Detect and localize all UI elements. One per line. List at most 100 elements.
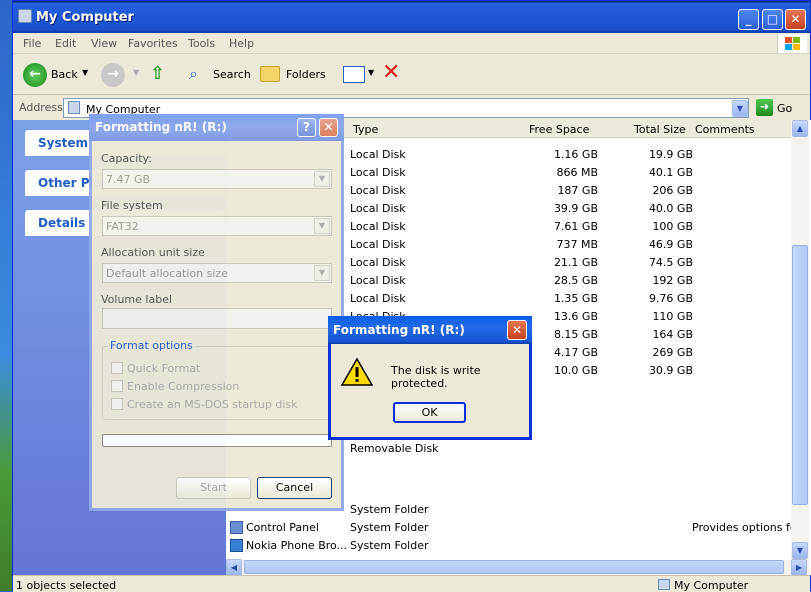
ok-button[interactable]: OK <box>393 402 466 423</box>
go-arrow-icon[interactable]: ➜ <box>756 99 773 116</box>
chevron-down-icon: ▼ <box>314 265 330 281</box>
menu-bar: File Edit View Favorites Tools Help <box>13 33 810 54</box>
msdos-startup-checkbox[interactable] <box>111 398 123 410</box>
item-type: Local Disk <box>350 220 406 233</box>
windows-logo-icon <box>777 34 807 53</box>
hscroll-thumb[interactable] <box>244 560 784 574</box>
volume-label-input[interactable] <box>102 308 332 329</box>
forward-dropdown-icon[interactable]: ▼ <box>133 68 139 77</box>
item-type: Local Disk <box>350 238 406 251</box>
close-button[interactable]: ✕ <box>785 9 806 30</box>
menu-view[interactable]: View <box>91 37 117 50</box>
item-total-size: 269 GB <box>652 346 693 359</box>
column-free-space[interactable]: Free Space <box>529 123 589 136</box>
help-button[interactable]: ? <box>297 118 316 137</box>
vertical-scrollbar[interactable]: ▲ ▼ <box>791 120 809 560</box>
views-icon[interactable] <box>343 66 365 83</box>
maximize-button[interactable]: □ <box>762 9 783 30</box>
horizontal-scrollbar[interactable]: ◀ ▶ <box>226 559 809 576</box>
search-icon[interactable]: ⌕ <box>189 64 198 84</box>
format-close-button[interactable]: ✕ <box>319 118 338 137</box>
go-button[interactable]: Go <box>777 102 792 115</box>
list-item[interactable]: Nokia Phone Bro... System Folder <box>226 537 791 555</box>
item-total-size: 206 GB <box>652 184 693 197</box>
chevron-down-icon: ▼ <box>314 218 330 234</box>
item-free-space: 8.15 GB <box>553 328 598 341</box>
scroll-up-icon[interactable]: ▲ <box>792 120 808 137</box>
window-title: My Computer <box>36 10 134 25</box>
item-type: System Folder <box>350 521 429 534</box>
item-free-space: 21.1 GB <box>553 256 598 269</box>
compression-checkbox[interactable] <box>111 380 123 392</box>
item-total-size: 9.76 GB <box>648 292 693 305</box>
item-free-space: 39.9 GB <box>553 202 598 215</box>
menu-tools[interactable]: Tools <box>188 37 215 50</box>
start-button[interactable]: Start <box>176 477 251 499</box>
allocation-value: Default allocation size <box>106 267 228 280</box>
menu-help[interactable]: Help <box>229 37 254 50</box>
menu-favorites[interactable]: Favorites <box>128 37 178 50</box>
column-type[interactable]: Type <box>353 123 378 136</box>
format-options-group: Format options Quick Format Enable Compr… <box>102 339 332 420</box>
back-dropdown-icon[interactable]: ▼ <box>82 68 88 77</box>
message-title-bar[interactable]: Formatting nR! (R:) ✕ <box>328 316 532 344</box>
search-button[interactable]: Search <box>213 68 251 81</box>
computer-icon <box>658 579 670 590</box>
quick-format-label: Quick Format <box>127 362 201 375</box>
views-dropdown-icon[interactable]: ▼ <box>368 68 374 77</box>
compression-label: Enable Compression <box>127 380 240 393</box>
computer-icon <box>18 9 32 23</box>
item-free-space: 10.0 GB <box>553 364 598 377</box>
toolbar: ← Back ▼ → ▼ ⇧ ⌕ Search Folders ▼ ✕ <box>13 55 810 95</box>
item-total-size: 19.9 GB <box>648 148 693 161</box>
allocation-label: Allocation unit size <box>101 246 205 259</box>
address-dropdown-icon[interactable]: ▼ <box>732 100 748 117</box>
format-dialog-title: Formatting nR! (R:) <box>95 120 227 134</box>
forward-arrow-icon[interactable]: → <box>101 63 125 87</box>
list-item[interactable]: Control Panel System Folder Provides opt… <box>226 519 801 537</box>
allocation-select[interactable]: Default allocation size ▼ <box>102 263 332 283</box>
column-comments[interactable]: Comments <box>695 123 755 136</box>
back-arrow-icon[interactable]: ← <box>23 63 47 87</box>
write-protected-dialog: Formatting nR! (R:) ✕ The disk is write … <box>328 316 532 440</box>
column-total-size[interactable]: Total Size <box>634 123 686 136</box>
scroll-down-icon[interactable]: ▼ <box>792 542 808 559</box>
phone-icon <box>230 539 243 552</box>
item-type: Removable Disk <box>350 442 439 455</box>
scroll-right-icon[interactable]: ▶ <box>791 559 807 576</box>
minimize-button[interactable]: _ <box>738 9 759 30</box>
item-total-size: 100 GB <box>652 220 693 233</box>
item-total-size: 110 GB <box>652 310 693 323</box>
folders-button[interactable]: Folders <box>286 68 326 81</box>
capacity-label: Capacity: <box>101 152 152 165</box>
menu-file[interactable]: File <box>23 37 41 50</box>
item-type: Local Disk <box>350 274 406 287</box>
back-button[interactable]: Back <box>51 68 78 81</box>
item-free-space: 187 GB <box>557 184 598 197</box>
scroll-thumb[interactable] <box>792 245 808 505</box>
format-progress-bar <box>102 434 332 447</box>
item-total-size: 192 GB <box>652 274 693 287</box>
scroll-left-icon[interactable]: ◀ <box>226 559 242 576</box>
control-panel-icon <box>230 521 243 534</box>
quick-format-checkbox[interactable] <box>111 362 123 374</box>
item-type: Local Disk <box>350 292 406 305</box>
item-total-size: 40.1 GB <box>648 166 693 179</box>
up-folder-icon[interactable]: ⇧ <box>150 63 172 85</box>
capacity-value: 7.47 GB <box>106 173 151 186</box>
format-dialog-title-bar[interactable]: Formatting nR! (R:) ? ✕ <box>89 114 344 141</box>
menu-edit[interactable]: Edit <box>55 37 76 50</box>
title-bar[interactable]: My Computer _ □ ✕ <box>13 1 810 33</box>
message-close-button[interactable]: ✕ <box>507 320 527 340</box>
folders-icon[interactable] <box>260 66 280 82</box>
item-free-space: 1.16 GB <box>553 148 598 161</box>
item-total-size: 74.5 GB <box>648 256 693 269</box>
item-free-space: 1.35 GB <box>553 292 598 305</box>
item-free-space: 866 MB <box>556 166 598 179</box>
capacity-select[interactable]: 7.47 GB ▼ <box>102 169 332 189</box>
file-system-label: File system <box>101 199 163 212</box>
cancel-button[interactable]: Cancel <box>257 477 332 499</box>
file-system-select[interactable]: FAT32 ▼ <box>102 216 332 236</box>
item-total-size: 30.9 GB <box>648 364 693 377</box>
delete-icon[interactable]: ✕ <box>382 60 400 85</box>
